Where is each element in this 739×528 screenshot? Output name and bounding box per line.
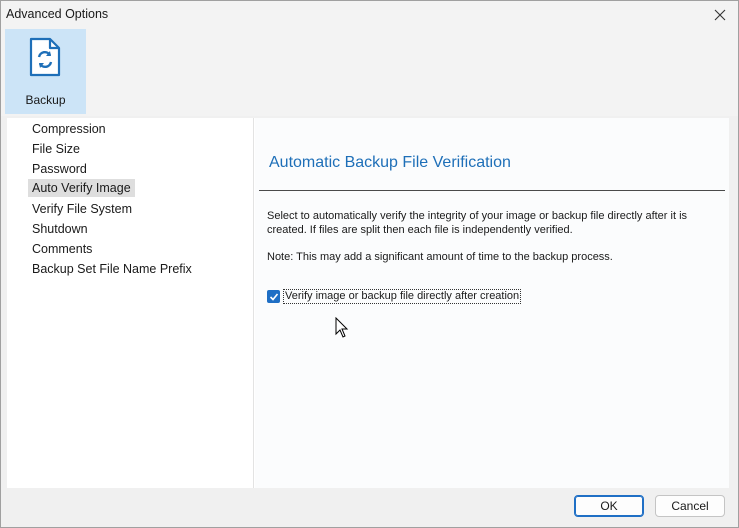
verify-checkbox-row[interactable]: Verify image or backup file directly aft… xyxy=(267,289,522,304)
nav-item-comments[interactable]: Comments xyxy=(28,240,96,258)
backup-ribbon-button[interactable]: Backup xyxy=(5,29,86,114)
panel-note: Note: This may add a significant amount … xyxy=(267,251,613,263)
advanced-options-dialog: Advanced Options Backup Compression File… xyxy=(0,0,739,528)
close-icon xyxy=(714,9,726,20)
window-title: Advanced Options xyxy=(6,7,109,21)
backup-ribbon-label: Backup xyxy=(25,93,66,107)
panel-description: Select to automatically verify the integ… xyxy=(267,210,688,236)
mouse-pointer-icon xyxy=(335,317,349,338)
checkmark-icon xyxy=(269,292,278,301)
nav-item-compression[interactable]: Compression xyxy=(28,120,110,138)
options-nav-list: Compression File Size Password Auto Veri… xyxy=(7,118,254,488)
backup-document-icon xyxy=(29,37,61,77)
title-divider xyxy=(259,190,725,191)
nav-item-verify-file-system[interactable]: Verify File System xyxy=(28,200,136,218)
verify-checkbox-label[interactable]: Verify image or backup file directly aft… xyxy=(283,289,522,304)
ok-button[interactable]: OK xyxy=(574,495,644,517)
dialog-footer: OK Cancel xyxy=(1,488,738,527)
title-bar: Advanced Options xyxy=(1,1,738,28)
close-button[interactable] xyxy=(702,1,738,28)
verify-checkbox[interactable] xyxy=(267,290,280,303)
cancel-button[interactable]: Cancel xyxy=(655,495,725,517)
nav-item-password[interactable]: Password xyxy=(28,160,91,178)
settings-panel: Automatic Backup File Verification Selec… xyxy=(255,118,729,488)
nav-item-file-size[interactable]: File Size xyxy=(28,140,84,158)
panel-title: Automatic Backup File Verification xyxy=(269,154,511,171)
nav-item-shutdown[interactable]: Shutdown xyxy=(28,220,92,238)
nav-item-auto-verify-image[interactable]: Auto Verify Image xyxy=(28,179,135,197)
content-area: Compression File Size Password Auto Veri… xyxy=(7,118,729,488)
ribbon-toolbar: Backup xyxy=(1,28,738,116)
nav-item-backup-set-file-name-prefix[interactable]: Backup Set File Name Prefix xyxy=(28,260,196,278)
